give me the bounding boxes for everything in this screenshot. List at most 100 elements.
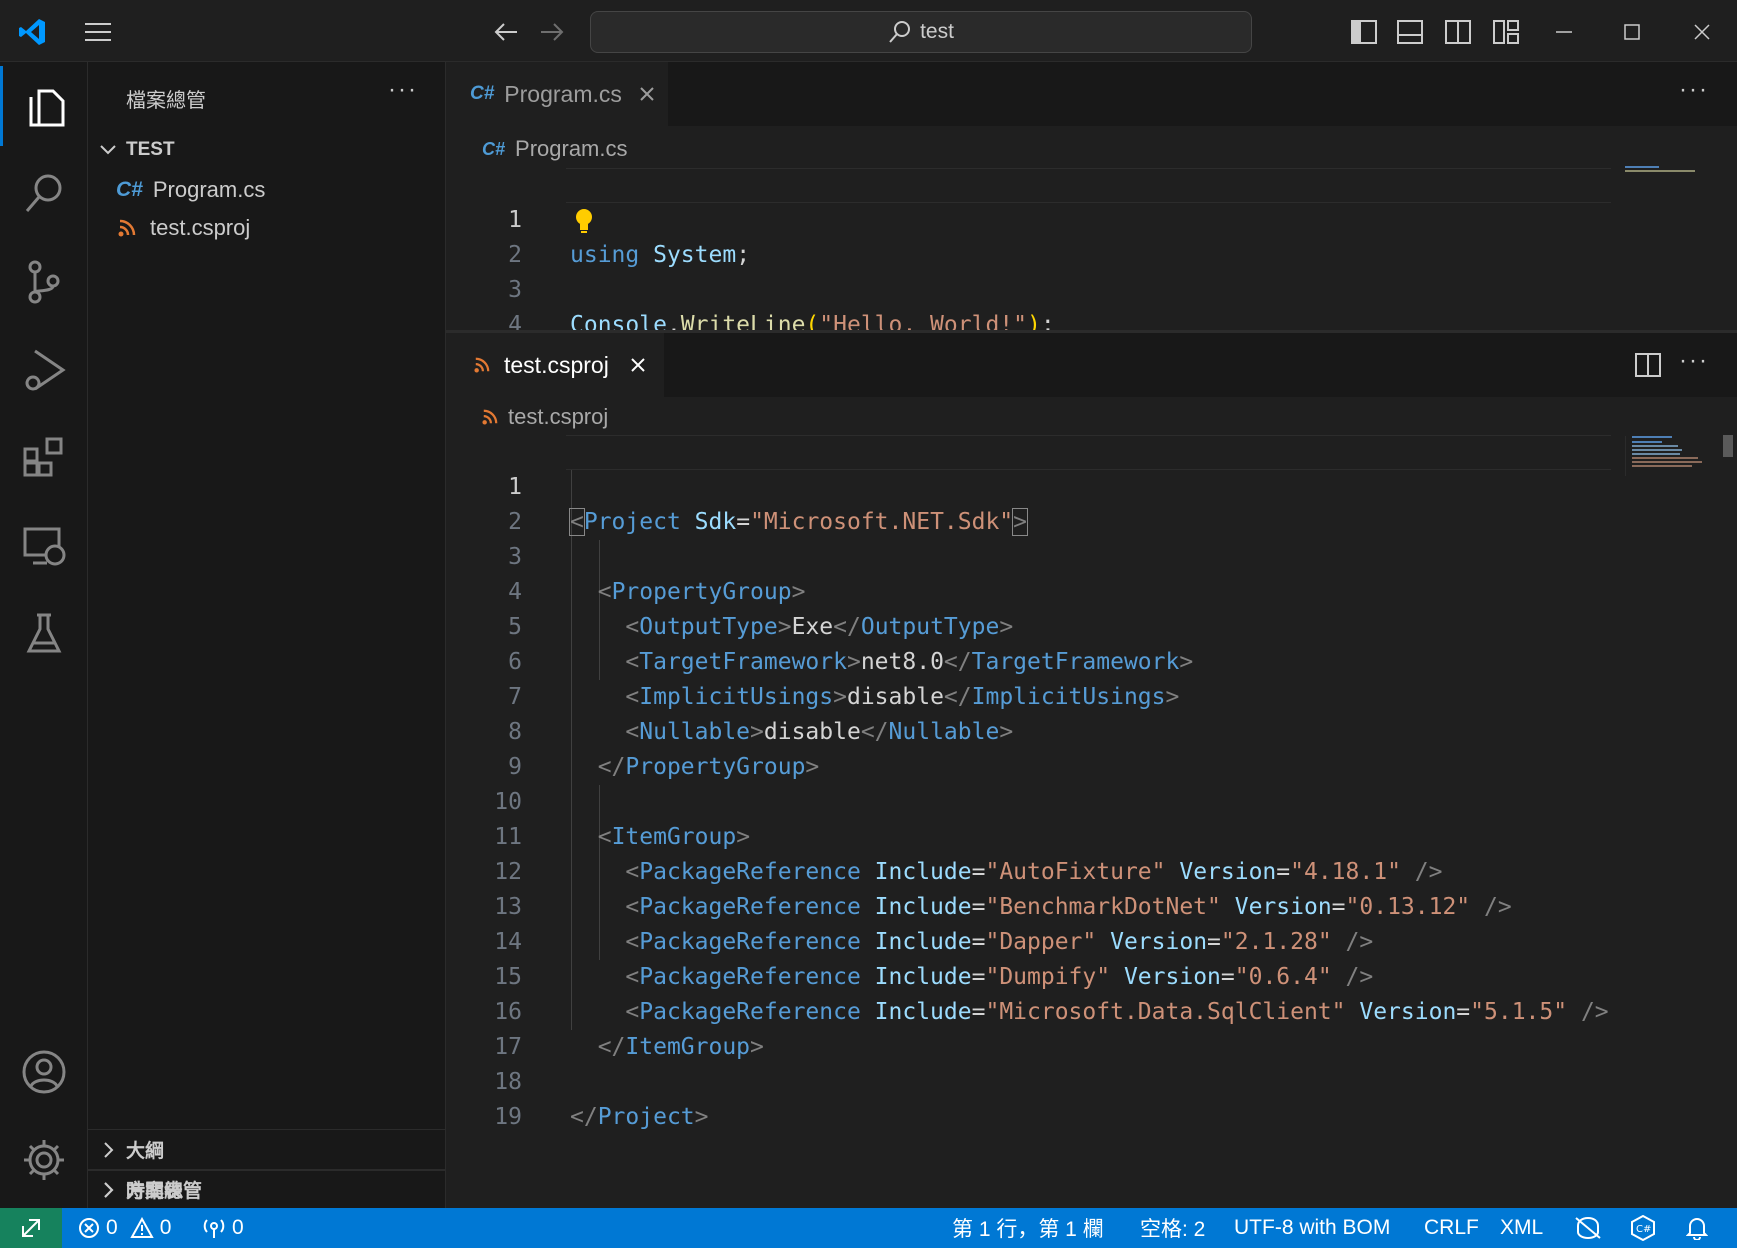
code-line: 11 <PackageReference Include="AutoFixtur… xyxy=(446,785,1616,885)
close-tab-icon[interactable] xyxy=(629,356,647,374)
testing-icon[interactable] xyxy=(0,594,88,674)
code-line: 4 xyxy=(446,273,1616,338)
line-number: 19 xyxy=(494,1104,522,1130)
code-line: 13 <PackageReference Include="Dapper" Ve… xyxy=(446,855,1616,955)
tab-label: Program.cs xyxy=(504,80,622,107)
tab-label: test.csproj xyxy=(504,351,609,378)
notifications-status[interactable] xyxy=(1686,1208,1708,1248)
eol-text: CRLF xyxy=(1424,1216,1479,1239)
menu-icon[interactable] xyxy=(80,14,116,50)
code-line: 8 </PropertyGroup> xyxy=(446,680,1616,780)
solution-explorer-section-row[interactable]: 方案總管 xyxy=(88,1170,446,1208)
breadcrumb-label: Program.cs xyxy=(515,136,628,161)
breadcrumb-label: test.csproj xyxy=(508,404,609,429)
more-actions-icon[interactable]: ··· xyxy=(1679,76,1709,104)
error-count: 0 xyxy=(106,1216,118,1239)
section-label: 大綱 xyxy=(126,1141,165,1162)
code-line: 5 <TargetFramework>net8.0</TargetFramewo… xyxy=(446,575,1616,675)
copilot-status[interactable] xyxy=(1574,1208,1602,1248)
code-editor-test-csproj[interactable]: 1 <Project Sdk="Microsoft.NET.Sdk"> 2 3 … xyxy=(446,435,1616,1135)
code-line: 14 <PackageReference Include="Dumpify" V… xyxy=(446,890,1616,990)
tab-bar-top: C# Program.cs ··· xyxy=(446,62,1737,126)
breadcrumb-bottom[interactable]: test.csproj xyxy=(482,404,608,430)
title-bar: test xyxy=(0,0,1737,62)
explorer-icon[interactable] xyxy=(0,66,88,146)
outline-section[interactable]: 大綱 xyxy=(88,1129,446,1169)
toggle-primary-sidebar-icon[interactable] xyxy=(1346,14,1382,50)
code-line: 2 xyxy=(446,203,1616,268)
minimap-bottom[interactable] xyxy=(1625,436,1705,476)
lightbulb-icon[interactable] xyxy=(574,208,594,234)
code-line: 3 <PropertyGroup> xyxy=(446,505,1616,605)
command-center-search[interactable]: test xyxy=(590,11,1252,53)
settings-gear-icon[interactable] xyxy=(0,1120,88,1200)
customize-layout-icon[interactable] xyxy=(1488,14,1524,50)
cursor-position[interactable]: 第 1 行，第 1 欄 xyxy=(952,1208,1104,1248)
vscode-logo-icon[interactable] xyxy=(14,14,50,50)
code-editor-program-cs[interactable]: 1 using System; 2 3 Console.WriteLine("H… xyxy=(446,168,1737,338)
sidebar-more-actions[interactable]: ··· xyxy=(388,76,418,104)
minimize-icon[interactable] xyxy=(1546,14,1582,50)
search-text: test xyxy=(920,20,954,43)
sidebar-title: 檔案總管 xyxy=(126,90,206,112)
bell-icon xyxy=(1686,1218,1708,1240)
warning-icon xyxy=(129,1217,154,1238)
code-line: 7 <Nullable>disable</Nullable> xyxy=(446,645,1616,745)
remote-indicator[interactable] xyxy=(0,1208,62,1248)
encoding-status[interactable]: UTF-8 with BOM xyxy=(1234,1208,1390,1248)
chevron-down-icon xyxy=(100,145,116,155)
search-icon[interactable] xyxy=(0,154,88,234)
toggle-secondary-sidebar-icon[interactable] xyxy=(1440,14,1476,50)
language-mode[interactable]: XML xyxy=(1500,1208,1543,1248)
toggle-panel-icon[interactable] xyxy=(1392,14,1428,50)
forward-arrow-icon[interactable] xyxy=(534,14,570,50)
breadcrumb-top[interactable]: C# Program.cs xyxy=(482,136,628,162)
tab-program-cs[interactable]: C# Program.cs xyxy=(446,62,668,126)
svg-text:C#: C# xyxy=(1636,1224,1651,1235)
rss-icon xyxy=(482,409,498,425)
eol-status[interactable]: CRLF xyxy=(1424,1208,1479,1248)
split-editor-icon[interactable] xyxy=(1635,353,1661,377)
code-line: 1 using System; xyxy=(446,168,1616,268)
csharp-status[interactable]: C# xyxy=(1630,1208,1656,1248)
problems-status[interactable]: 0 0 xyxy=(78,1208,171,1248)
code-line: 9 xyxy=(446,715,1616,780)
maximize-icon[interactable] xyxy=(1614,14,1650,50)
warning-count: 0 xyxy=(159,1216,172,1239)
tab-bar-bottom: test.csproj ··· xyxy=(446,333,1737,397)
file-item-test-csproj[interactable]: test.csproj xyxy=(88,209,446,247)
tab-test-csproj[interactable]: test.csproj xyxy=(446,333,664,397)
rss-icon xyxy=(118,219,136,237)
explorer-sidebar: 檔案總管 ··· TEST C# Program.cs test.csproj … xyxy=(88,62,446,1210)
ports-status[interactable]: 0 xyxy=(202,1208,244,1248)
remote-explorer-icon[interactable] xyxy=(0,506,88,586)
back-arrow-icon[interactable] xyxy=(488,14,524,50)
csharp-icon: C# xyxy=(470,83,495,104)
indentation-status[interactable]: 空格: 2 xyxy=(1140,1208,1205,1248)
status-bar: 0 0 0 第 1 行，第 1 欄 空格: 2 UTF-8 with BOM C… xyxy=(0,1208,1737,1248)
more-actions-icon[interactable]: ··· xyxy=(1679,347,1709,375)
error-icon xyxy=(79,1218,99,1238)
folder-test[interactable]: TEST xyxy=(88,132,446,168)
chevron-right-icon xyxy=(104,1141,114,1158)
file-label: test.csproj xyxy=(150,215,251,240)
file-item-program-cs[interactable]: C# Program.cs xyxy=(88,171,446,209)
code-line: 16 </ItemGroup> xyxy=(446,960,1616,1060)
minimap-top[interactable] xyxy=(1625,166,1705,176)
accounts-icon[interactable] xyxy=(0,1032,88,1112)
editor-area: C# Program.cs ··· C# Program.cs 1 using … xyxy=(446,62,1737,1208)
language-text: XML xyxy=(1500,1216,1544,1239)
vertical-scrollbar[interactable] xyxy=(1723,435,1733,457)
broadcast-icon xyxy=(203,1219,225,1238)
ports-count: 0 xyxy=(232,1216,244,1239)
close-tab-icon[interactable] xyxy=(638,85,656,103)
run-debug-icon[interactable] xyxy=(0,330,88,410)
folder-label: TEST xyxy=(126,139,175,160)
position-text: 第 1 行，第 1 欄 xyxy=(952,1218,1104,1241)
close-icon[interactable] xyxy=(1684,14,1720,50)
csharp-icon: C# xyxy=(482,138,506,159)
source-control-icon[interactable] xyxy=(0,242,88,322)
token: Project xyxy=(597,1104,695,1130)
extensions-icon[interactable] xyxy=(0,418,88,498)
spaces-text: 空格: 2 xyxy=(1140,1218,1206,1241)
